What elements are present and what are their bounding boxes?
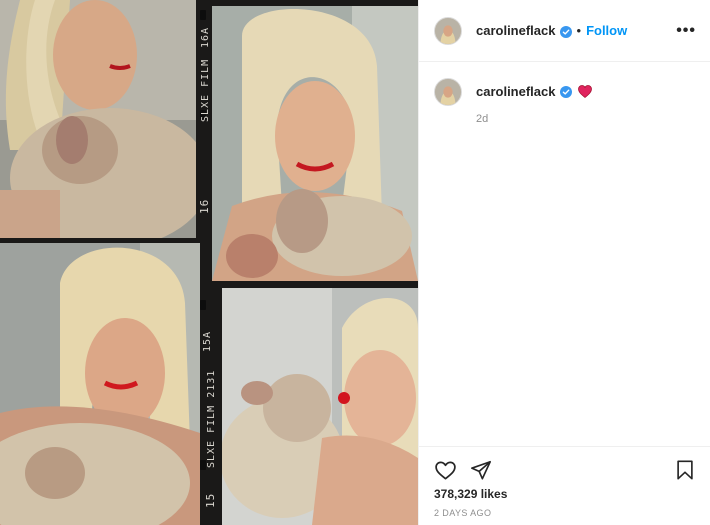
film-label: 15 <box>204 492 217 508</box>
film-label: 16 <box>198 198 211 214</box>
post-side-panel: carolineflack • Follow ••• carolineflack <box>418 0 710 525</box>
red-heart-icon <box>577 85 592 99</box>
film-sprocket <box>200 300 206 310</box>
post-caption: carolineflack 2d <box>419 62 710 141</box>
photo-frame-bottom-right <box>222 288 418 525</box>
header-username[interactable]: carolineflack <box>476 23 556 38</box>
caption-time-ago[interactable]: 2d <box>476 113 592 125</box>
heart-outline-icon[interactable] <box>433 458 457 482</box>
more-options-icon[interactable]: ••• <box>676 22 696 40</box>
caption-avatar[interactable] <box>434 78 462 106</box>
paper-plane-icon[interactable] <box>469 458 493 482</box>
photo-frame-top-right <box>212 6 418 281</box>
post-actions: 378,329 likes 2 DAYS AGO <box>419 446 710 525</box>
likes-count[interactable]: 378,329 likes <box>419 485 710 501</box>
film-sprocket <box>200 10 206 20</box>
separator-dot: • <box>576 23 582 38</box>
caption-username[interactable]: carolineflack <box>476 84 556 99</box>
film-label: 16A <box>200 26 211 48</box>
verified-badge-icon <box>559 85 572 98</box>
follow-button[interactable]: Follow <box>586 23 627 38</box>
bookmark-icon[interactable] <box>673 458 697 482</box>
post-photo[interactable]: 16A SLXE FILM 16 15A SLXE FILM 2131 15 <box>0 0 418 525</box>
post-date[interactable]: 2 DAYS AGO <box>419 501 710 518</box>
photo-frame-bottom-left <box>0 243 200 525</box>
avatar[interactable] <box>434 16 462 45</box>
film-label: SLXE FILM <box>200 58 211 122</box>
film-label: 15A <box>202 330 213 352</box>
photo-frame-top-left <box>0 0 196 238</box>
post-header: carolineflack • Follow ••• <box>419 0 710 62</box>
verified-badge-icon <box>559 25 572 38</box>
film-label: SLXE FILM 2131 <box>206 369 217 468</box>
